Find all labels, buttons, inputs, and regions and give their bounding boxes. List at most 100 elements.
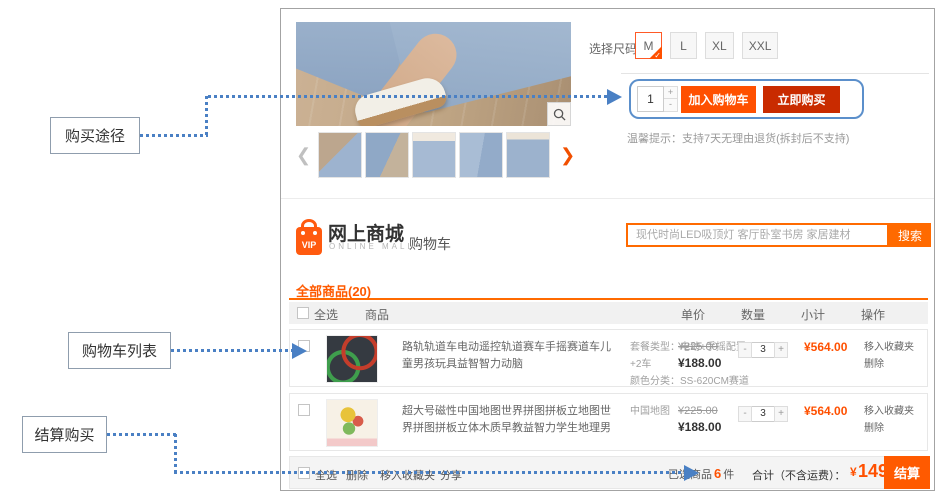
delete-link[interactable]: 删除	[864, 356, 914, 373]
old-price: ¥225.00	[678, 403, 734, 419]
quantity-decrease-button[interactable]: -	[738, 406, 752, 422]
row-actions: 移入收藏夹 删除	[864, 403, 914, 437]
quantity-decrease-button[interactable]: -	[738, 342, 752, 358]
quantity-increase-button[interactable]: +	[774, 406, 788, 422]
mall-logo-icon[interactable]: VIP	[296, 219, 322, 255]
quantity-value[interactable]: 3	[752, 342, 774, 358]
size-chip-label: XXL	[749, 39, 772, 53]
size-chip-xxl[interactable]: XXL	[742, 32, 779, 59]
header-unit-price: 单价	[681, 306, 705, 323]
product-thumbnail[interactable]	[506, 132, 550, 178]
size-chip-l[interactable]: L	[670, 32, 697, 59]
header-quantity: 数量	[741, 306, 765, 323]
annotation-cart-list-label: 购物车列表	[82, 340, 157, 361]
size-chip-label: XL	[712, 39, 727, 53]
product-thumbnail[interactable]	[365, 132, 409, 178]
product-image[interactable]	[326, 335, 378, 383]
product-title[interactable]: 路轨轨道车电动遥控轨道赛车手摇赛道车儿童男孩玩具益智智力动脑	[402, 339, 620, 373]
connector-line	[208, 95, 608, 98]
footer-move-to-favorites-link[interactable]: 移入收藏夹	[380, 467, 435, 483]
select-all-checkbox[interactable]	[297, 307, 309, 319]
annotation-cart-list: 购物车列表	[68, 332, 171, 369]
footer-select-all-link[interactable]: 全选	[315, 467, 337, 483]
search-input[interactable]	[626, 223, 889, 247]
current-price: ¥188.00	[678, 419, 734, 435]
connector-line	[107, 433, 177, 436]
size-chip-m[interactable]: M ✓	[635, 32, 662, 59]
size-chip-xl[interactable]: XL	[705, 32, 734, 59]
carousel-next-icon[interactable]: ❯	[560, 146, 575, 164]
page-title: 购物车	[409, 234, 451, 254]
connector-line	[174, 471, 686, 474]
connector-line	[171, 349, 293, 352]
annotation-checkout-label: 结算购买	[34, 424, 94, 445]
connector-line	[174, 434, 177, 472]
footer-delete-link[interactable]: 删除	[346, 467, 368, 483]
header-product: 商品	[365, 306, 389, 323]
current-price: ¥188.00	[678, 355, 734, 371]
search-button[interactable]: 搜索	[889, 223, 931, 247]
annotation-purchase-path: 购买途径	[50, 117, 140, 154]
old-price: ¥225.00	[678, 339, 734, 355]
check-icon: ✓	[654, 51, 661, 60]
row-subtotal: ¥564.00	[804, 340, 847, 354]
row-quantity-stepper: - 3 +	[738, 342, 788, 358]
product-title[interactable]: 超大号磁性中国地图世界拼图拼板立地图世界拼图拼板立体木质早教益智力学生地理男	[402, 403, 620, 437]
logo-vip-badge: VIP	[296, 240, 322, 250]
product-thumbnail[interactable]	[459, 132, 503, 178]
tab-underline	[289, 298, 928, 300]
connector-line	[205, 96, 208, 137]
quantity-increase-button[interactable]: +	[664, 86, 678, 99]
cart-row: 超大号磁性中国地图世界拼图拼板立地图世界拼图拼板立体木质早教益智力学生地理男 中…	[289, 393, 928, 451]
move-to-favorites-link[interactable]: 移入收藏夹	[864, 403, 914, 420]
carousel-prev-icon[interactable]: ❮	[296, 146, 311, 164]
selected-count: 6	[712, 466, 723, 481]
arrow-icon	[607, 89, 622, 105]
delete-link[interactable]: 删除	[864, 420, 914, 437]
quantity-increase-button[interactable]: +	[774, 342, 788, 358]
product-main-image[interactable]	[296, 22, 571, 126]
selected-items-summary: 已选商品6件	[668, 466, 734, 482]
footer-share-link[interactable]: 分享	[440, 467, 462, 483]
quantity-input[interactable]	[637, 86, 664, 112]
annotation-purchase-path-label: 购买途径	[65, 125, 125, 146]
mall-name-en: ONLINE MALL	[329, 242, 415, 251]
annotation-checkout: 结算购买	[22, 416, 107, 453]
return-policy-tip: 温馨提示：支持7天无理由退货(拆封后不支持)	[627, 130, 849, 146]
divider	[621, 73, 929, 74]
product-image[interactable]	[326, 399, 378, 447]
magnifier-icon[interactable]	[547, 102, 571, 126]
connector-line	[140, 134, 208, 137]
row-checkbox[interactable]	[298, 404, 310, 416]
shop-panel: ❮ ❯ 选择尺码: M ✓ L XL XXL	[280, 8, 935, 491]
quantity-stepper: + -	[637, 86, 678, 112]
arrow-icon	[684, 465, 699, 481]
thumbnail-carousel: ❮ ❯	[296, 131, 576, 179]
header-subtotal: 小计	[801, 306, 825, 323]
product-thumbnail[interactable]	[412, 132, 456, 178]
product-thumbnail[interactable]	[318, 132, 362, 178]
row-actions: 移入收藏夹 删除	[864, 339, 914, 373]
spec-line: 颜色分类：SS-620CM赛道	[630, 373, 755, 390]
add-to-cart-button[interactable]: 加入购物车	[681, 86, 756, 113]
arrow-icon	[292, 343, 307, 359]
divider	[281, 198, 934, 199]
size-options: M ✓ L XL XXL	[635, 32, 778, 59]
price-cell: ¥225.00 ¥188.00	[678, 403, 734, 435]
cart-row: 路轨轨道车电动遥控轨道赛车手摇赛道车儿童男孩玩具益智智力动脑 套餐类型：电动+手…	[289, 329, 928, 387]
row-subtotal: ¥564.00	[804, 404, 847, 418]
header-select-all: 全选	[314, 306, 338, 323]
quantity-value[interactable]: 3	[752, 406, 774, 422]
size-label: 选择尺码:	[589, 40, 640, 57]
checkout-button[interactable]: 结算	[884, 456, 930, 489]
buy-now-button[interactable]: 立即购买	[763, 86, 840, 113]
quantity-decrease-button[interactable]: -	[664, 99, 678, 112]
move-to-favorites-link[interactable]: 移入收藏夹	[864, 339, 914, 356]
page: 购买途径 购物车列表 结算购买 ❮	[0, 0, 940, 495]
row-quantity-stepper: - 3 +	[738, 406, 788, 422]
total-label: 合计（不含运费）：	[752, 467, 846, 483]
selected-suffix: 件	[723, 469, 734, 481]
price-cell: ¥225.00 ¥188.00	[678, 339, 734, 371]
total-currency: ¥	[850, 465, 857, 479]
size-chip-label: M	[644, 39, 654, 53]
